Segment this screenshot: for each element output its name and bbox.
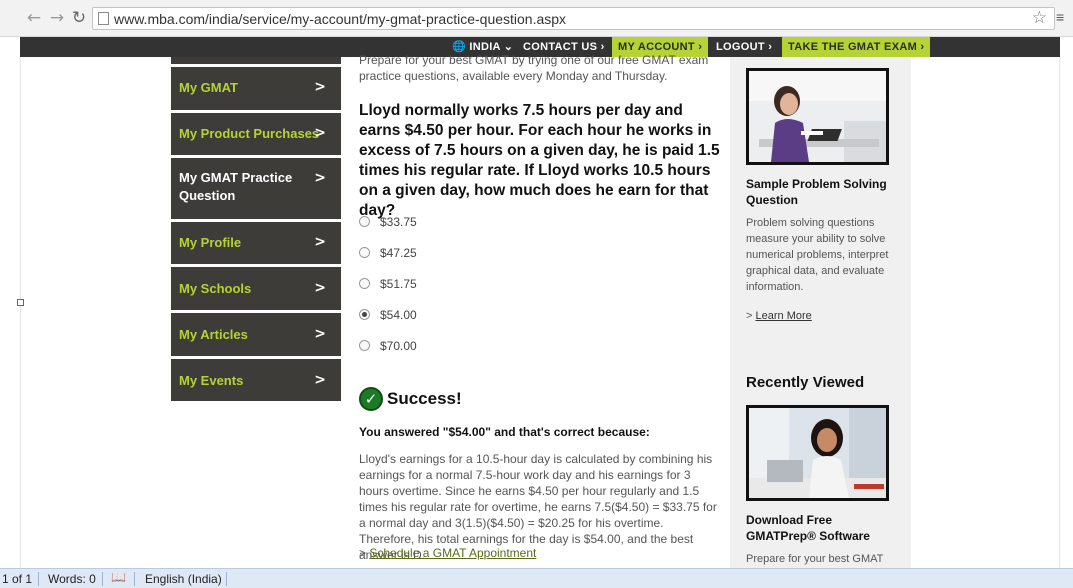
- intro-text: Prepare for your best GMAT by trying one…: [359, 53, 709, 83]
- radio-button[interactable]: [359, 216, 370, 227]
- reload-icon[interactable]: ↻: [69, 8, 89, 28]
- page-count[interactable]: 1 of 1: [2, 572, 32, 586]
- sidebar-item-my-schools[interactable]: My Schools >: [171, 267, 341, 310]
- sidebar-item-label: My GMAT: [179, 80, 238, 95]
- gmatprep-software-description: Prepare for your best GMAT: [746, 553, 884, 565]
- checkmark-icon: ✓: [359, 387, 383, 411]
- chevron-right-icon: >: [314, 280, 326, 296]
- schedule-row: > Schedule a GMAT Appointment: [359, 546, 536, 560]
- logout-link[interactable]: LOGOUT ›: [716, 37, 772, 57]
- address-bar-url[interactable]: www.mba.com/india/service/my-account/my-…: [114, 11, 566, 27]
- page-icon: [98, 12, 109, 25]
- answer-option-label: $47.25: [380, 246, 417, 260]
- sidebar-item-label: My Product Purchases: [179, 126, 320, 141]
- success-heading: Success!: [387, 389, 462, 408]
- chevron-right-icon: >: [314, 234, 326, 250]
- chevron-right-icon: >: [314, 125, 326, 141]
- sidebar-item-my-gmat-practice-question[interactable]: My GMAT Practice Question >: [171, 158, 341, 219]
- sidebar-item-my-profile[interactable]: My Profile >: [171, 222, 341, 264]
- answer-feedback: You answered "$54.00" and that's correct…: [359, 425, 650, 439]
- edit-handle[interactable]: [17, 299, 24, 306]
- answer-option-label: $54.00: [380, 308, 417, 322]
- chevron-right-icon: >: [314, 79, 326, 95]
- sidebar-item-my-articles[interactable]: My Articles >: [171, 313, 341, 356]
- sidebar-top-stub: [171, 57, 341, 64]
- status-divider: [38, 572, 39, 586]
- arrow-prefix: >: [746, 310, 753, 322]
- sidebar-item-label: My GMAT Practice Question: [179, 170, 293, 203]
- sample-question-description: Problem solving questions measure your a…: [746, 217, 889, 293]
- learn-more-link[interactable]: Learn More: [756, 310, 812, 322]
- status-divider: [102, 572, 103, 586]
- sidebar-item-label: My Profile: [179, 235, 242, 250]
- radio-button[interactable]: [359, 247, 370, 258]
- address-bar[interactable]: www.mba.com/india/service/my-account/my-…: [92, 7, 1055, 30]
- answer-option-label: $70.00: [380, 339, 417, 353]
- menu-icon[interactable]: ≡: [1056, 9, 1066, 25]
- radio-button[interactable]: [359, 278, 370, 289]
- chevron-right-icon: >: [314, 326, 326, 342]
- take-gmat-exam-link[interactable]: TAKE THE GMAT EXAM ›: [782, 37, 931, 57]
- sidebar-item-label: My Articles: [179, 327, 248, 342]
- status-bar: 1 of 1 Words: 0 📖 English (India): [0, 568, 1073, 588]
- chevron-right-icon: >: [314, 170, 326, 186]
- answer-option-label: $51.75: [380, 277, 417, 291]
- chevron-right-icon: >: [314, 372, 326, 388]
- sidebar-item-label: My Events: [179, 373, 244, 388]
- sidebar-item-label: My Schools: [179, 281, 252, 296]
- sidebar-item-my-product-purchases[interactable]: My Product Purchases >: [171, 113, 341, 155]
- status-divider: [134, 572, 135, 586]
- arrow-prefix: >: [359, 546, 367, 560]
- radio-button-checked[interactable]: [359, 309, 370, 320]
- page-border-right: [1059, 57, 1060, 568]
- question-text: Lloyd normally works 7.5 hours per day a…: [359, 102, 720, 219]
- language-indicator[interactable]: English (India): [145, 572, 222, 586]
- proofing-book-icon[interactable]: 📖: [111, 570, 126, 584]
- back-button[interactable]: ←: [24, 8, 44, 28]
- star-icon[interactable]: ☆: [1032, 8, 1047, 28]
- sidebar-item-my-gmat[interactable]: My GMAT >: [171, 67, 341, 110]
- schedule-gmat-appointment-link[interactable]: Schedule a GMAT Appointment: [369, 546, 536, 560]
- sidebar-item-my-events[interactable]: My Events >: [171, 359, 341, 401]
- sample-question-title[interactable]: Sample Problem Solving Question: [746, 176, 896, 208]
- recently-viewed-heading: Recently Viewed: [746, 374, 865, 391]
- radio-button[interactable]: [359, 340, 370, 351]
- page-border-left: [20, 57, 21, 568]
- learn-more-row: > Learn More: [746, 310, 812, 322]
- gmatprep-software-title[interactable]: Download Free GMATPrep® Software: [746, 512, 896, 544]
- gmatprep-software-image[interactable]: [746, 405, 889, 501]
- forward-button[interactable]: →: [47, 8, 67, 28]
- sample-question-image[interactable]: [746, 68, 889, 165]
- logout-label: LOGOUT: [716, 41, 765, 53]
- answer-option-label: $33.75: [380, 215, 417, 229]
- word-count[interactable]: Words: 0: [48, 572, 96, 586]
- take-gmat-exam-label: TAKE THE GMAT EXAM: [788, 41, 918, 53]
- browser-toolbar: ← → ↻ www.mba.com/india/service/my-accou…: [0, 0, 1073, 37]
- status-divider: [226, 572, 227, 586]
